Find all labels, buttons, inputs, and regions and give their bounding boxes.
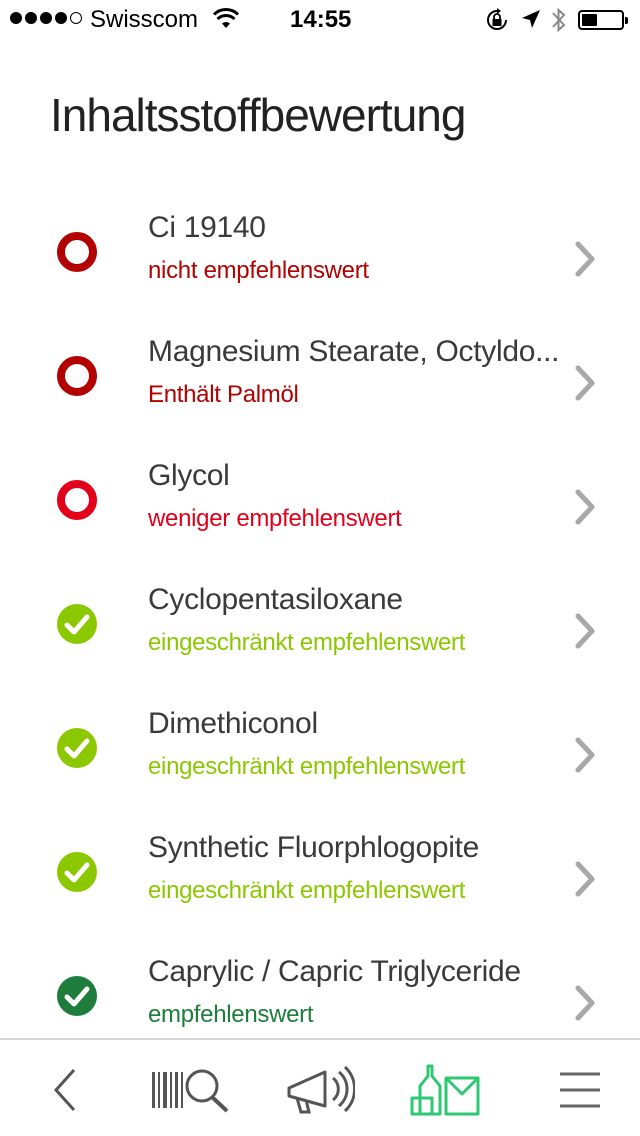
wifi-icon xyxy=(213,8,239,28)
ingredient-name: Glycol xyxy=(148,459,230,492)
tab-bar xyxy=(0,1038,640,1136)
products-tab[interactable] xyxy=(410,1064,482,1116)
ingredient-rating: Enthält Palmöl xyxy=(148,381,299,408)
scan-tab[interactable] xyxy=(150,1064,234,1116)
menu-tab[interactable] xyxy=(560,1064,600,1116)
battery-level xyxy=(582,14,597,26)
ingredient-row[interactable]: Dimethiconol eingeschränkt empfehlenswert xyxy=(0,691,640,815)
status-bar: Swisscom 14:55 xyxy=(0,0,640,40)
chevron-right-icon xyxy=(575,861,595,897)
bluetooth-icon xyxy=(552,7,566,33)
ingredient-name: Dimethiconol xyxy=(148,707,318,740)
ingredient-rating: eingeschränkt empfehlenswert xyxy=(148,629,466,656)
ingredient-row[interactable]: Synthetic Fluorphlogopite eingeschränkt e… xyxy=(0,815,640,939)
light-green-check-icon xyxy=(57,604,97,644)
chevron-right-icon xyxy=(575,985,595,1021)
ingredient-row[interactable]: Cyclopentasiloxane eingeschränkt empfehle… xyxy=(0,567,640,691)
location-arrow-icon xyxy=(522,10,540,28)
orientation-lock-icon xyxy=(487,8,507,30)
ingredient-row[interactable]: Magnesium Stearate, Octyldo... Enthält Pa… xyxy=(0,319,640,443)
ingredient-rating: eingeschränkt empfehlenswert xyxy=(148,877,466,904)
ingredient-list: Ci 19140 nicht empfehlenswert Magnesium St… xyxy=(0,195,640,1063)
barcode-search-icon xyxy=(152,1069,229,1113)
chevron-right-icon xyxy=(575,613,595,649)
ingredient-name: Magnesium Stearate, Octyldo... xyxy=(148,335,560,368)
ingredient-name: Synthetic Fluorphlogopite xyxy=(148,831,480,864)
ingredient-name: Ci 19140 xyxy=(148,211,266,244)
chevron-right-icon xyxy=(575,241,595,277)
chevron-right-icon xyxy=(575,365,595,401)
dark-green-check-icon xyxy=(57,976,97,1016)
chevron-left-icon xyxy=(53,1068,76,1112)
battery-icon xyxy=(578,10,628,30)
signal-strength-icon xyxy=(10,12,82,24)
hamburger-menu-icon xyxy=(560,1072,600,1108)
news-tab[interactable] xyxy=(285,1064,355,1116)
carrier-name: Swisscom xyxy=(90,6,199,33)
page-title: Inhaltsstoffbewertung xyxy=(50,89,466,141)
megaphone-icon xyxy=(287,1065,355,1114)
ingredient-name: Cyclopentasiloxane xyxy=(148,583,403,616)
dark-red-ring-icon xyxy=(57,356,97,396)
light-green-check-icon xyxy=(57,728,97,768)
products-icon xyxy=(410,1064,480,1116)
ingredient-row[interactable]: Glycol weniger empfehlenswert xyxy=(0,443,640,567)
ingredient-rating: empfehlenswert xyxy=(148,1001,314,1028)
dark-red-ring-icon xyxy=(57,232,97,272)
red-ring-icon xyxy=(57,480,97,520)
ingredient-row[interactable]: Ci 19140 nicht empfehlenswert xyxy=(0,195,640,319)
chevron-right-icon xyxy=(575,489,595,525)
ingredient-name: Caprylic / Capric Triglyceride xyxy=(148,955,521,988)
back-tab[interactable] xyxy=(40,1064,90,1116)
light-green-check-icon xyxy=(57,852,97,892)
ingredient-rating: nicht empfehlenswert xyxy=(148,257,369,284)
ingredient-rating: weniger empfehlenswert xyxy=(148,505,402,532)
chevron-right-icon xyxy=(575,737,595,773)
clock: 14:55 xyxy=(290,6,352,33)
ingredient-rating: eingeschränkt empfehlenswert xyxy=(148,753,466,780)
